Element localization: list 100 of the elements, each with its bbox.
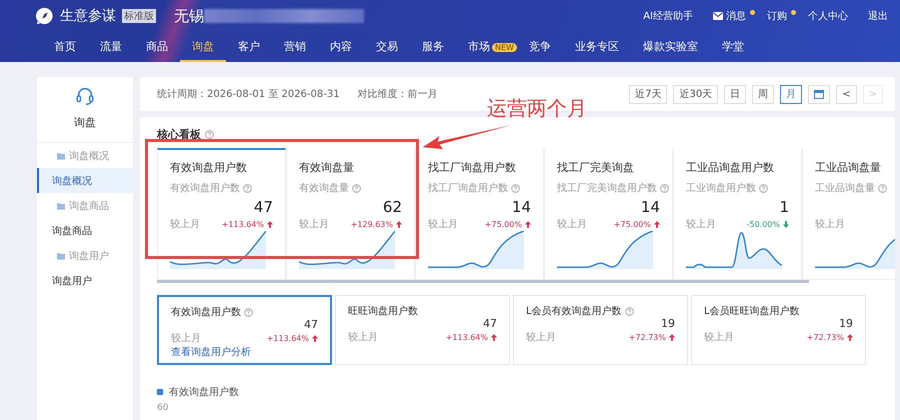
detail-card[interactable]: 旺旺询盘用户数 47 较上月 +113.64% <box>335 295 510 365</box>
detail-card[interactable]: L会员旺旺询盘用户数 19 较上月 +72.73% <box>691 295 866 365</box>
up-arrow-icon <box>491 334 497 340</box>
annotation-text: 运营两个月 <box>487 95 587 122</box>
metric-card[interactable]: 工业品询盘量 工业品询盘量 较上月 <box>802 148 895 280</box>
scrollbar[interactable] <box>157 280 809 283</box>
nav-tab[interactable]: 流量 <box>88 32 134 62</box>
change-percent: +113.64% <box>446 332 488 342</box>
up-arrow-icon <box>267 220 273 228</box>
nav-tab[interactable]: 商品 <box>134 32 180 62</box>
metric-value: 47 <box>482 318 497 330</box>
period-button[interactable]: 日 <box>724 84 746 104</box>
nav-tab[interactable]: 服务 <box>410 32 456 62</box>
nav-tab[interactable]: 爆款实验室 <box>630 32 710 62</box>
compare-label: 较上月 <box>428 218 458 231</box>
compare-label: 较上月 <box>557 218 587 231</box>
help-icon <box>243 184 252 192</box>
compare-label: 较上月 <box>299 218 329 231</box>
card-subtitle: 有效询盘用户数 <box>170 182 240 195</box>
calendar-icon <box>814 89 824 99</box>
metric-value: 47 <box>252 198 274 217</box>
header-link[interactable]: 消息 <box>713 9 746 23</box>
card-title: 有效询盘用户数 <box>171 306 241 319</box>
legend-label: 有效询盘用户数 <box>169 386 239 399</box>
header-link[interactable]: 个人中心 <box>808 9 848 23</box>
change-percent: +75.00% <box>484 220 522 228</box>
card-title: L会员有效询盘用户数 <box>526 304 622 318</box>
card-title: 工业品询盘量 <box>815 160 882 175</box>
change-percent: +72.73% <box>806 332 844 342</box>
metric-card[interactable]: 找工厂询盘用户数 找工厂询盘用户数 14 较上月 +75.00% <box>415 148 544 280</box>
calendar-button[interactable] <box>808 84 830 104</box>
card-title: 工业品询盘用户数 <box>686 160 775 175</box>
header-link[interactable]: 订购 <box>767 9 787 23</box>
sidebar-item[interactable]: 询盘商品 <box>37 218 133 243</box>
up-arrow-icon <box>669 334 675 340</box>
period-button[interactable]: 周 <box>752 84 774 104</box>
card-subtitle: 工业询盘用户数 <box>686 182 756 195</box>
up-arrow-icon <box>396 220 402 228</box>
metric-value: 62 <box>382 198 403 217</box>
nav-tab[interactable]: 学堂 <box>710 32 756 62</box>
period-button[interactable]: 近7天 <box>629 84 668 104</box>
card-subtitle: 找工厂询盘用户数 <box>428 182 508 195</box>
nav-tab[interactable]: 首页 <box>42 32 88 62</box>
nav-tab[interactable]: 业务专区 <box>562 32 631 62</box>
compare-label: 较上月 <box>348 330 378 344</box>
compare-label: 较上月 <box>704 330 734 344</box>
metric-card[interactable]: 找工厂完美询盘 找工厂完美询盘用户数 14 较上月 +75.00% <box>544 148 673 280</box>
period-button[interactable]: 近30天 <box>673 84 718 104</box>
card-title: 有效询盘量 <box>299 160 355 175</box>
folder-icon <box>57 252 65 260</box>
period-text: 统计周期：2026-08-01 至 2026-08-31 <box>157 88 340 101</box>
help-icon <box>511 184 520 192</box>
nav-tab[interactable]: 交易 <box>364 32 410 62</box>
detail-card[interactable]: L会员有效询盘用户数 19 较上月 +72.73% <box>513 295 688 365</box>
nav-tab[interactable]: 内容 <box>318 32 364 62</box>
help-icon <box>759 184 768 192</box>
change-percent: -50.00% <box>746 220 780 228</box>
compare-text: 对比维度：前一月 <box>358 88 438 101</box>
card-subtitle: 找工厂完美询盘用户数 <box>557 182 657 195</box>
card-title: 有效询盘用户数 <box>170 160 248 175</box>
change-percent: +75.00% <box>614 220 651 228</box>
header-link[interactable]: 退出 <box>868 9 888 23</box>
help-icon <box>878 184 887 192</box>
change-percent: +113.64% <box>222 220 264 228</box>
change-percent: +113.64% <box>266 334 309 342</box>
metric-value: 14 <box>510 198 532 217</box>
nav-tab[interactable]: 营销 <box>272 32 318 62</box>
header-link[interactable]: AI经营助手 <box>643 9 693 23</box>
compare-label: 较上月 <box>815 218 845 231</box>
sidebar-item[interactable]: 询盘概况 <box>37 168 133 193</box>
nav-tab[interactable]: 客户 <box>226 32 272 62</box>
sidebar-item[interactable]: 询盘用户 <box>37 268 133 293</box>
folder-icon <box>57 202 65 210</box>
metric-value: 47 <box>303 319 318 331</box>
folder-icon <box>57 152 65 160</box>
analysis-link[interactable]: 查看询盘用户分析 <box>171 347 318 359</box>
nav-tab[interactable]: 询盘 <box>180 32 226 62</box>
axis-tick-label: 60 <box>157 403 170 413</box>
period-button[interactable]: < <box>836 84 857 104</box>
metric-card[interactable]: 有效询盘量 有效询盘量 62 较上月 +129.63% <box>286 148 415 280</box>
compass-logo-icon <box>36 7 54 25</box>
metric-card[interactable]: 工业品询盘用户数 工业询盘用户数 1 较上月 -50.00% <box>673 148 802 280</box>
help-icon <box>660 184 669 192</box>
up-arrow-icon <box>847 334 853 340</box>
legend-swatch <box>157 389 163 395</box>
detail-card[interactable]: 有效询盘用户数 47 较上月 +113.64% 查看询盘用户分析 <box>157 295 332 365</box>
card-title: 找工厂询盘用户数 <box>428 160 517 175</box>
up-arrow-icon <box>312 334 318 342</box>
period-button[interactable]: 月 <box>780 84 802 104</box>
card-title: 找工厂完美询盘 <box>557 160 635 175</box>
up-arrow-icon <box>654 220 660 228</box>
metric-value: 19 <box>660 318 675 330</box>
nav-tab[interactable]: 竞争 <box>516 32 563 62</box>
change-percent: +72.73% <box>628 332 666 342</box>
card-subtitle: 工业品询盘量 <box>815 182 875 195</box>
compare-label: 较上月 <box>686 218 716 231</box>
compare-label: 较上月 <box>170 218 200 231</box>
metric-value: 1 <box>778 198 790 217</box>
metric-value: 14 <box>640 198 661 217</box>
change-percent: +129.63% <box>350 220 393 228</box>
